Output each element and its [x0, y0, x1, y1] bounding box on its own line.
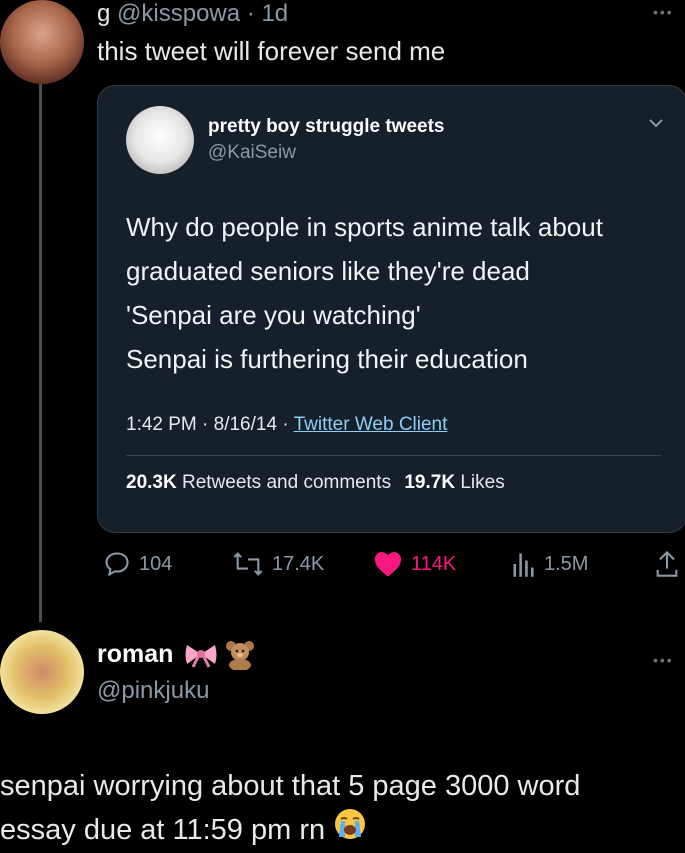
chevron-down-icon[interactable] [648, 116, 664, 134]
quoted-author-handle[interactable]: @KaiSeiw [208, 142, 296, 164]
speech-bubble-icon [105, 552, 129, 577]
quoted-line: 'Senpai are you watching' [126, 300, 421, 330]
author-display-name[interactable]: g [97, 0, 110, 27]
quoted-tweet-body: Why do people in sports anime talk about… [126, 205, 603, 381]
quoted-author-avatar[interactable] [126, 106, 194, 174]
reply-text: senpai worrying about that 5 page 3000 w… [0, 765, 580, 853]
reply-author-name[interactable]: roman [97, 640, 173, 668]
more-icon[interactable]: ••• [653, 652, 674, 668]
likes-count[interactable]: 19.7K [404, 472, 455, 493]
reply-text-line: senpai worrying about that 5 page 3000 w… [0, 770, 581, 802]
thread-line [39, 84, 42, 622]
loudly-crying-face-icon [333, 807, 367, 853]
reply-author-avatar[interactable] [0, 630, 84, 714]
bow-icon [184, 642, 218, 673]
retweet-count: 17.4K [272, 552, 325, 575]
quoted-meta: 1:42 PM · 8/16/14 · Twitter Web Client [126, 414, 447, 436]
retweet-button[interactable]: 17.4K [232, 550, 324, 578]
retweets-count[interactable]: 20.3K [126, 472, 177, 493]
quoted-line: Senpai is furthering their education [126, 344, 528, 374]
share-button[interactable] [655, 550, 679, 583]
quoted-timestamp: 1:42 PM · 8/16/14 · [126, 414, 289, 435]
retweets-label[interactable]: Retweets and comments [182, 472, 391, 493]
like-button[interactable]: 114K [373, 550, 456, 578]
quoted-author-name[interactable]: pretty boy struggle tweets [208, 116, 445, 138]
share-arrow-icon [656, 550, 678, 577]
author-avatar[interactable] [0, 0, 84, 84]
reply-count: 104 [139, 552, 173, 575]
reply-button[interactable]: 104 [103, 550, 172, 578]
quoted-tweet-card[interactable]: pretty boy struggle tweets @KaiSeiw Why … [97, 85, 685, 533]
quoted-line: graduated seniors like they're dead [126, 256, 530, 286]
likes-label[interactable]: Likes [460, 472, 504, 493]
retweet-arrows-icon [233, 552, 263, 576]
views-count: 1.5M [544, 552, 589, 575]
divider [126, 455, 661, 456]
reply-author-handle[interactable]: @pinkjuku [97, 677, 209, 705]
more-icon[interactable]: ••• [653, 4, 674, 20]
heart-icon [374, 552, 402, 577]
reply-author-name-row: roman [97, 640, 256, 675]
tweet-text: this tweet will forever send me [97, 36, 446, 66]
bar-chart-icon [513, 553, 534, 577]
views-button[interactable]: 1.5M [512, 550, 588, 578]
like-count: 114K [411, 552, 457, 575]
reply-text-line: essay due at 11:59 pm rn [0, 814, 326, 846]
tweet-header: g @kisspowa · 1d [97, 0, 288, 28]
teddy-bear-icon [224, 640, 256, 675]
author-handle[interactable]: @kisspowa [117, 0, 240, 27]
tweet-time[interactable]: · 1d [247, 0, 288, 27]
quoted-line: Why do people in sports anime talk about [126, 212, 603, 242]
quoted-client-link[interactable]: Twitter Web Client [294, 414, 448, 435]
quoted-stats: 20.3K Retweets and comments 19.7K Likes [126, 472, 505, 494]
